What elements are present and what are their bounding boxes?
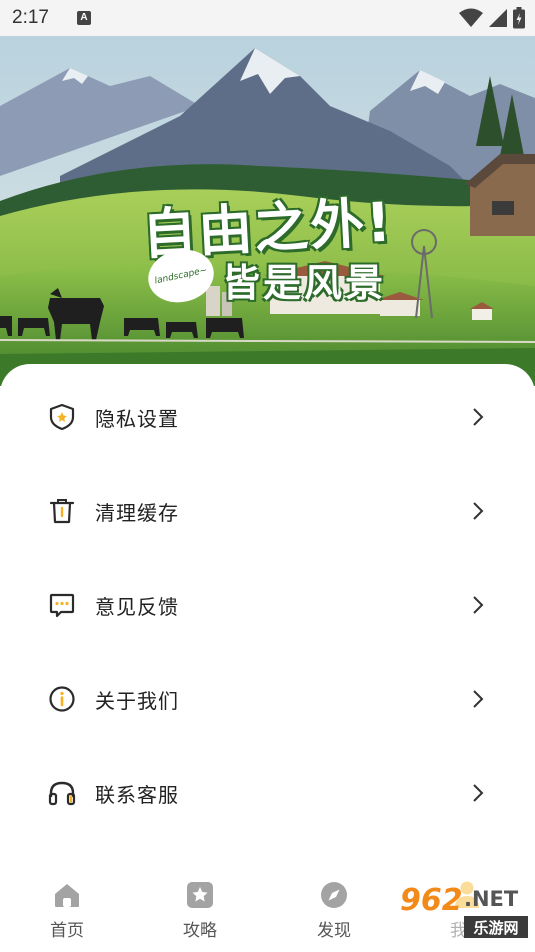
signal-icon: [489, 9, 507, 27]
banner-image: 自由之外! landscape~ 皆是风景: [0, 36, 535, 386]
banner-slogan-bubble-text: landscape~: [153, 265, 209, 287]
menu-label-about: 关于我们: [95, 688, 179, 713]
message-icon: [47, 590, 77, 620]
tab-discover[interactable]: 发现: [294, 880, 374, 946]
a-box-icon: A: [76, 11, 91, 25]
menu-item-clear-cache[interactable]: 清理缓存: [0, 464, 535, 558]
battery-icon: [513, 7, 525, 29]
trash-icon: [47, 496, 77, 526]
menu-label-feedback: 意见反馈: [95, 594, 179, 619]
menu-item-about[interactable]: 关于我们: [0, 652, 535, 746]
watermark-brand: 962: [400, 883, 463, 918]
watermark-caption: 乐游网: [473, 919, 518, 937]
home-icon: [52, 880, 82, 910]
status-icons: [459, 7, 525, 29]
chevron-right-icon: [473, 690, 484, 708]
tab-home[interactable]: 首页: [27, 880, 107, 946]
watermark-suffix: .NET: [464, 887, 519, 911]
shield-icon: [47, 402, 77, 432]
menu-label-privacy: 隐私设置: [95, 406, 179, 431]
chevron-right-icon: [473, 502, 484, 520]
banner-slogan-line2: 皆是风景: [222, 261, 387, 305]
settings-card: 隐私设置 清理缓存 意见反馈 关于我们 联系客服: [0, 364, 535, 874]
tab-label-guides: 攻略: [183, 921, 217, 941]
menu-label-clear-cache: 清理缓存: [95, 500, 179, 525]
wifi-icon: [459, 8, 483, 27]
status-bar: 2:17 A: [0, 0, 535, 36]
headset-icon: [47, 778, 77, 808]
status-time: 2:17: [12, 7, 49, 28]
tab-label-discover: 发现: [317, 921, 351, 941]
tab-guides[interactable]: 攻略: [160, 880, 240, 946]
watermark-logo: 962 .NET 乐游网: [398, 876, 531, 946]
tab-label-home: 首页: [50, 921, 84, 941]
menu-item-feedback[interactable]: 意见反馈: [0, 558, 535, 652]
info-icon: [47, 684, 77, 714]
chevron-right-icon: [473, 784, 484, 802]
star-icon: [185, 880, 215, 910]
menu-item-privacy[interactable]: 隐私设置: [0, 370, 535, 464]
menu-label-customer-service: 联系客服: [95, 782, 179, 807]
compass-icon: [319, 880, 349, 910]
chevron-right-icon: [473, 408, 484, 426]
chevron-right-icon: [473, 596, 484, 614]
menu-item-customer-service[interactable]: 联系客服: [0, 746, 535, 840]
